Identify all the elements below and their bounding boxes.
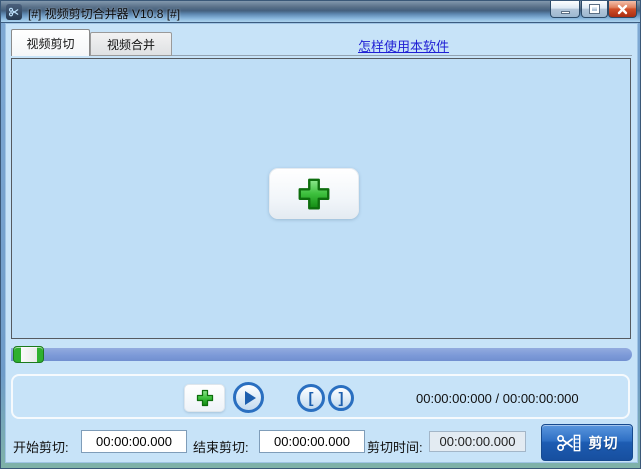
app-window: [#] 视频剪切合并器 V10.8 [#] 视频剪切 视频合并 怎样使用本软件 [0,0,641,469]
cut-button-label: 剪切 [588,434,619,451]
cut-button[interactable]: 剪切 [541,424,633,461]
minimize-icon [560,10,570,14]
maximize-icon [589,4,600,14]
add-file-button[interactable] [184,384,225,412]
green-plus-icon [196,389,213,407]
help-link[interactable]: 怎样使用本软件 [358,36,449,55]
set-end-button[interactable]: ] [328,385,354,411]
time-display: 00:00:00:000 / 00:00:00:000 [416,391,579,406]
app-scissors-icon [6,4,22,20]
tab-video-cut[interactable]: 视频剪切 [11,29,90,56]
set-start-button[interactable]: [ [297,384,325,412]
tab-video-merge[interactable]: 视频合并 [90,32,172,56]
start-cut-input[interactable] [81,430,187,453]
end-cut-label: 结束剪切: [193,440,249,455]
title-bar[interactable]: [#] 视频剪切合并器 V10.8 [#] [1,1,640,23]
seek-slider-handle[interactable] [13,346,44,363]
close-button[interactable] [608,1,637,18]
minimize-button[interactable] [550,1,580,18]
bracket-open-icon: [ [308,389,314,407]
scissors-film-icon [556,434,580,451]
seek-slider-track[interactable] [11,346,632,363]
cut-duration-label: 剪切时间: [367,440,423,455]
play-button[interactable] [233,382,264,413]
start-cut-label: 开始剪切: [13,440,69,455]
close-icon [617,4,628,14]
maximize-button[interactable] [581,1,608,18]
add-video-button[interactable] [269,168,359,219]
end-cut-input[interactable] [259,430,365,453]
play-icon [245,390,256,405]
window-title: [#] 视频剪切合并器 V10.8 [#] [28,7,181,21]
cut-duration-value: 00:00:00.000 [429,431,526,452]
green-plus-icon [298,178,330,209]
bracket-close-icon: ] [338,389,344,407]
video-preview-panel [11,58,631,339]
